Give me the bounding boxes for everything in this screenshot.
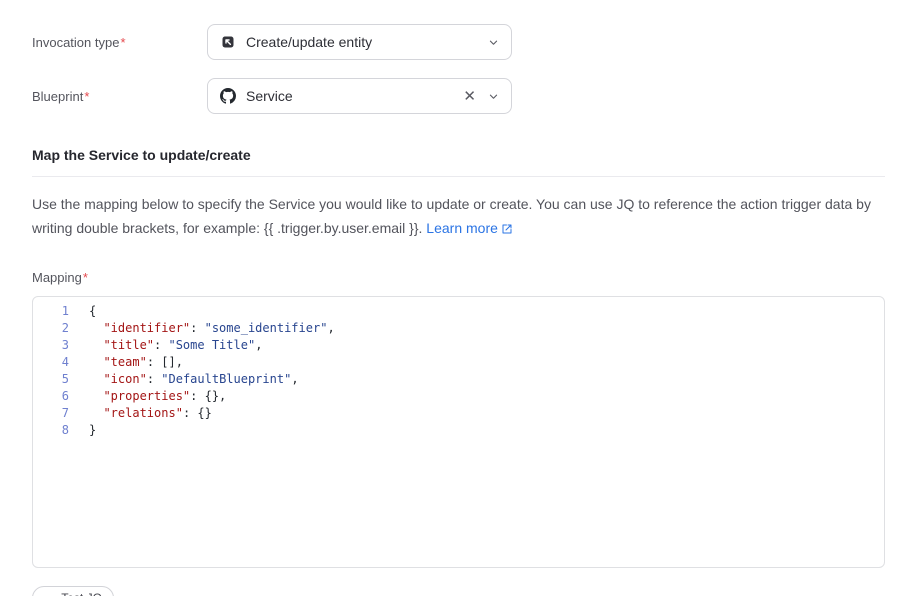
code-text: {: [89, 303, 96, 320]
code-text: "properties": {},: [89, 388, 226, 405]
line-number: 7: [33, 405, 69, 422]
line-number: 3: [33, 337, 69, 354]
chevron-down-icon[interactable]: [488, 37, 499, 48]
section-description: Use the mapping below to specify the Ser…: [32, 192, 885, 240]
mapping-label-text: Mapping: [32, 270, 82, 285]
line-number: 5: [33, 371, 69, 388]
line-number: 4: [33, 354, 69, 371]
code-text: "relations": {}: [89, 405, 212, 422]
code-line: 3 "title": "Some Title",: [33, 337, 884, 354]
chevron-down-icon[interactable]: [488, 91, 499, 102]
blueprint-field: Blueprint* Service ✕: [32, 78, 885, 114]
clear-icon[interactable]: ✕: [463, 89, 476, 104]
line-number: 8: [33, 422, 69, 439]
code-icon: <>: [44, 592, 55, 596]
section-heading: Map the Service to update/create: [32, 147, 885, 163]
learn-more-label: Learn more: [426, 220, 498, 236]
code-text: "icon": "DefaultBlueprint",: [89, 371, 299, 388]
mapping-editor[interactable]: 1{2 "identifier": "some_identifier",3 "t…: [32, 296, 885, 568]
line-number: 2: [33, 320, 69, 337]
invocation-type-select[interactable]: Create/update entity: [207, 24, 512, 60]
code-line: 5 "icon": "DefaultBlueprint",: [33, 371, 884, 388]
invocation-type-label: Invocation type*: [32, 35, 207, 50]
blueprint-label-text: Blueprint: [32, 89, 83, 104]
invocation-type-label-text: Invocation type: [32, 35, 119, 50]
code-text: "identifier": "some_identifier",: [89, 320, 335, 337]
code-line: 8}: [33, 422, 884, 439]
required-asterisk: *: [120, 35, 125, 50]
create-update-entity-icon: [220, 34, 236, 50]
blueprint-label: Blueprint*: [32, 89, 207, 104]
code-line: 7 "relations": {}: [33, 405, 884, 422]
test-jq-label: Test JQ: [61, 591, 102, 596]
code-line: 2 "identifier": "some_identifier",: [33, 320, 884, 337]
action-mapping-form: Invocation type* Create/update entity Bl…: [0, 0, 917, 596]
code-text: }: [89, 422, 96, 439]
code-line: 1{: [33, 303, 884, 320]
required-asterisk: *: [84, 89, 89, 104]
invocation-type-value: Create/update entity: [246, 34, 478, 50]
code-text: "team": [],: [89, 354, 183, 371]
code-area: 1{2 "identifier": "some_identifier",3 "t…: [33, 303, 884, 439]
test-jq-button[interactable]: <> Test JQ: [32, 586, 114, 596]
blueprint-select[interactable]: Service ✕: [207, 78, 512, 114]
code-text: "title": "Some Title",: [89, 337, 262, 354]
github-icon: [220, 88, 236, 104]
line-number: 1: [33, 303, 69, 320]
invocation-type-field: Invocation type* Create/update entity: [32, 24, 885, 60]
blueprint-value: Service: [246, 88, 453, 104]
learn-more-link[interactable]: Learn more: [426, 220, 513, 236]
code-line: 4 "team": [],: [33, 354, 884, 371]
required-asterisk: *: [83, 270, 88, 285]
mapping-label: Mapping*: [32, 270, 885, 285]
code-line: 6 "properties": {},: [33, 388, 884, 405]
external-link-icon: [501, 223, 513, 235]
line-number: 6: [33, 388, 69, 405]
divider: [32, 176, 885, 177]
